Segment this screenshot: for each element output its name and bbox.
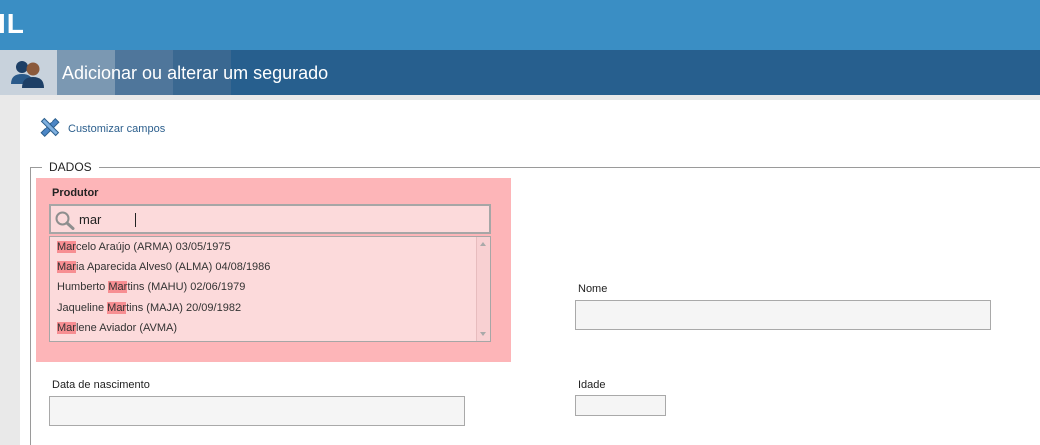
- customize-fields-label: Customizar campos: [68, 123, 166, 135]
- suggestion-item[interactable]: Marlene Aviador (AVMA): [57, 322, 177, 334]
- data-nascimento-field[interactable]: [49, 396, 465, 426]
- match-highlight: Mar: [107, 302, 127, 314]
- suggestion-text: lene Aviador (AVMA): [75, 322, 178, 334]
- nome-label: Nome: [578, 283, 608, 295]
- suggestions-scrollbar[interactable]: [476, 237, 490, 341]
- main-content: Customizar campos DADOS Produtor Marcelo…: [20, 100, 1040, 445]
- match-highlight: Mar: [57, 322, 76, 334]
- suggestion-item[interactable]: Maria Aparecida Alves0 (ALMA) 04/08/1986: [57, 261, 270, 273]
- produtor-search-input[interactable]: [79, 206, 479, 232]
- page-titlebar: Adicionar ou alterar um segurado: [0, 50, 1040, 95]
- suggestion-prefix: Humberto: [57, 281, 109, 293]
- produtor-search-box[interactable]: [49, 204, 491, 234]
- scroll-down-icon[interactable]: [480, 332, 486, 336]
- suggestion-item[interactable]: Marcelo Araújo (ARMA) 03/05/1975: [57, 241, 231, 253]
- suggestion-text: celo Araújo (ARMA) 03/05/1975: [75, 241, 231, 253]
- fieldset-border: [30, 167, 1040, 168]
- scroll-up-icon[interactable]: [480, 242, 486, 246]
- suggestion-text: tins (MAHU) 02/06/1979: [127, 281, 246, 293]
- nome-field[interactable]: [575, 300, 991, 330]
- fieldset-legend: DADOS: [42, 160, 99, 174]
- customize-fields-link[interactable]: Customizar campos: [38, 116, 165, 142]
- app-header: IL: [0, 0, 1040, 50]
- pencil-ruler-icon: [38, 115, 62, 144]
- data-nascimento-label: Data de nascimento: [52, 379, 150, 391]
- idade-field[interactable]: [575, 395, 666, 416]
- app-logo-text: IL: [0, 8, 25, 39]
- match-highlight: Mar: [108, 281, 128, 293]
- match-highlight: Mar: [57, 241, 76, 253]
- users-icon: [0, 50, 57, 95]
- suggestion-text: ia Aparecida Alves0 (ALMA) 04/08/1986: [75, 261, 271, 273]
- match-highlight: Mar: [57, 261, 76, 273]
- suggestion-prefix: Jaqueline: [57, 302, 108, 314]
- text-cursor: [135, 213, 136, 227]
- suggestion-item[interactable]: Humberto Martins (MAHU) 02/06/1979: [57, 281, 245, 293]
- fieldset-border: [30, 167, 31, 445]
- idade-label: Idade: [578, 379, 606, 391]
- suggestion-item[interactable]: Jaqueline Martins (MAJA) 20/09/1982: [57, 302, 241, 314]
- page-title: Adicionar ou alterar um segurado: [62, 63, 329, 83]
- produtor-suggestions-list[interactable]: Marcelo Araújo (ARMA) 03/05/1975 Maria A…: [49, 236, 491, 342]
- produtor-label: Produtor: [52, 187, 99, 199]
- suggestion-text: tins (MAJA) 20/09/1982: [126, 302, 242, 314]
- search-icon: [54, 210, 76, 235]
